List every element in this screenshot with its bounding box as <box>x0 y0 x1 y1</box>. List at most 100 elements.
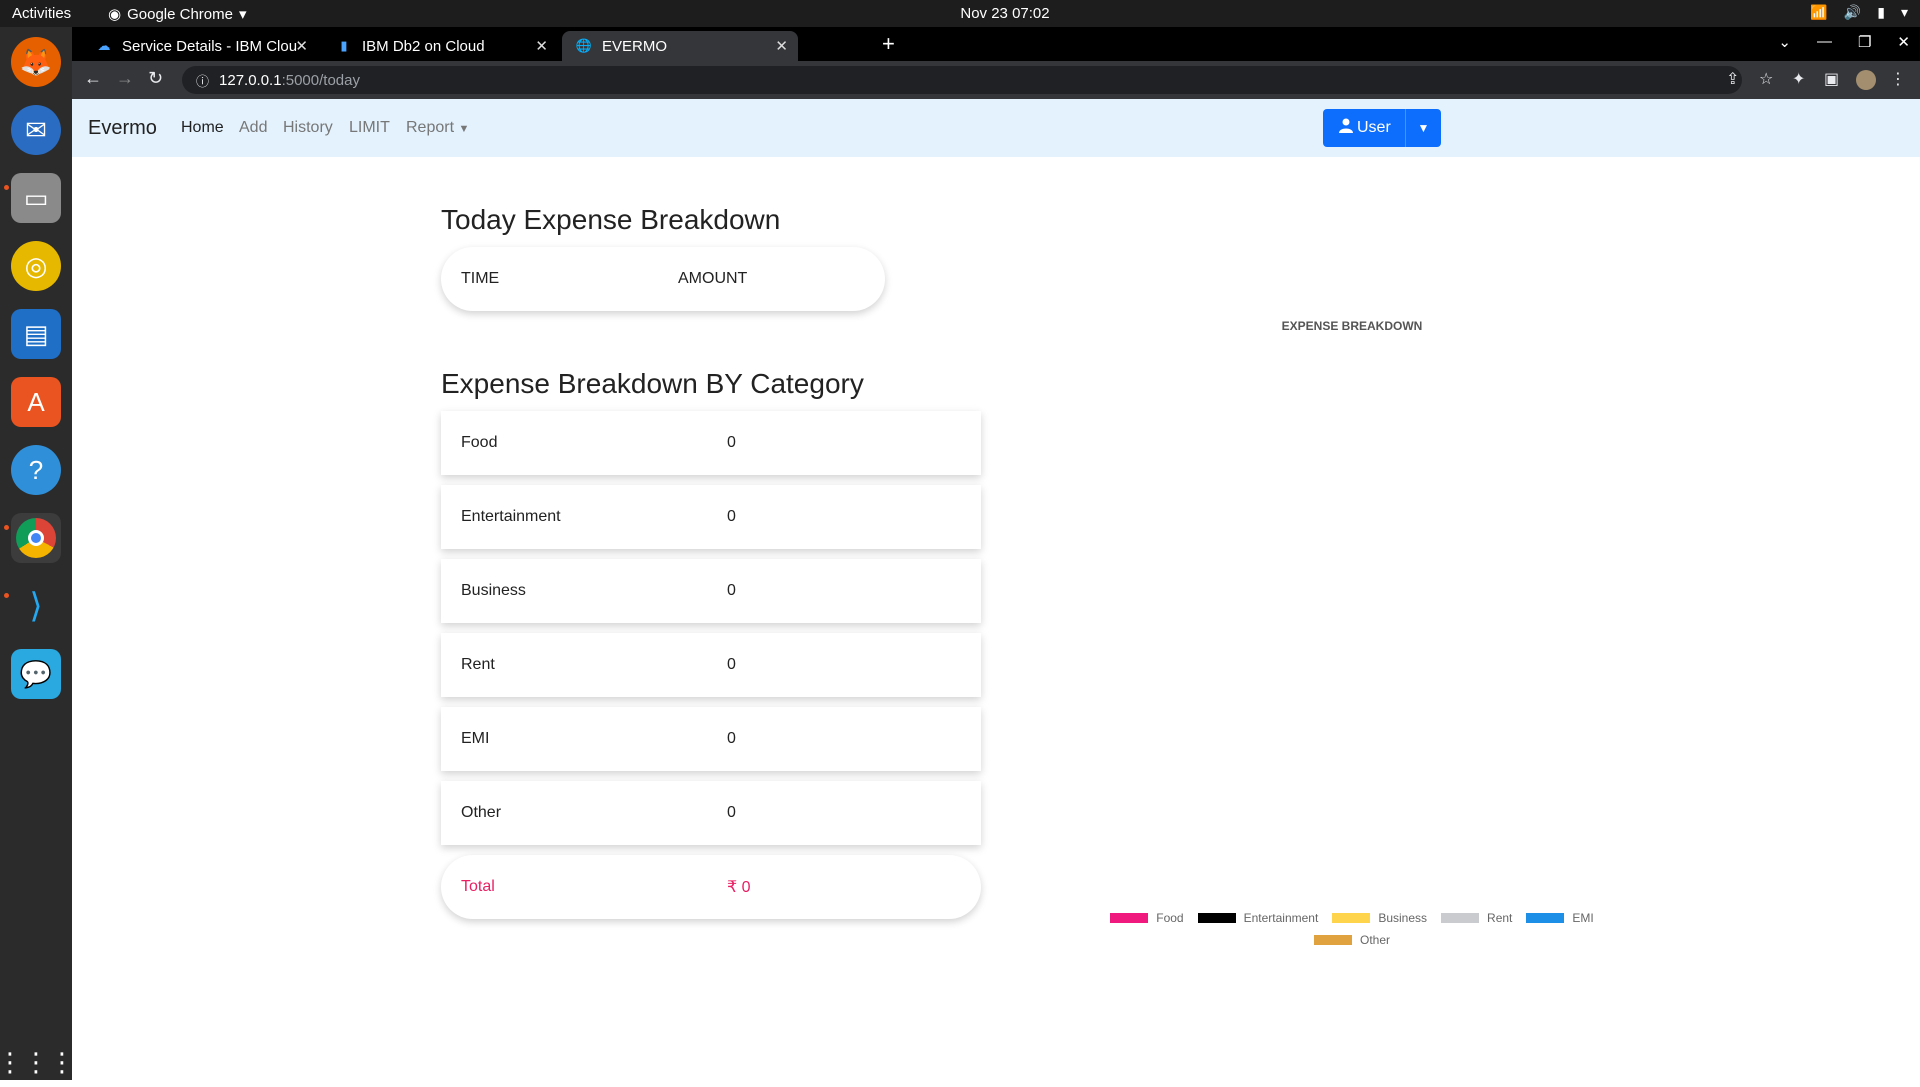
legend-item-business[interactable]: Business <box>1332 911 1427 925</box>
vscode-icon[interactable]: ⟩ <box>11 581 61 631</box>
clock[interactable]: Nov 23 07:02 <box>950 5 1060 22</box>
category-heading: Expense Breakdown BY Category <box>441 368 864 399</box>
category-label: Entertainment <box>461 508 561 525</box>
nav-add[interactable]: Add <box>239 119 267 137</box>
nav-report-label: Report <box>406 119 455 136</box>
minimize-icon[interactable]: — <box>1817 33 1832 51</box>
forward-icon[interactable]: → <box>116 68 134 89</box>
total-label: Total <box>461 878 495 895</box>
category-row-food: Food 0 <box>441 411 981 475</box>
legend-label: Rent <box>1487 911 1513 925</box>
side-panel-icon[interactable]: ▣ <box>1824 69 1839 89</box>
legend-swatch <box>1441 913 1480 923</box>
pie-canvas <box>1032 339 1672 859</box>
tab-title: EVERMO <box>602 37 668 55</box>
address-bar[interactable]: ⓘ 127.0.0.1 :5000/today <box>182 66 1742 94</box>
category-row-rent: Rent 0 <box>441 633 981 697</box>
system-tray[interactable]: 📶 🔊 ▮ ▾ <box>1810 4 1908 21</box>
legend-swatch <box>1526 913 1565 923</box>
legend-swatch <box>1110 913 1149 923</box>
help-icon[interactable]: ? <box>11 445 61 495</box>
wifi-icon: 📶 <box>1810 4 1828 20</box>
tab-evermo[interactable]: 🌐 EVERMO ✕ <box>562 31 798 61</box>
today-heading: Today Expense Breakdown <box>441 204 781 235</box>
web-page: Evermo Home Add History LIMIT Report ▼ U… <box>72 99 1920 1080</box>
legend-item-entertainment[interactable]: Entertainment <box>1197 911 1318 925</box>
close-icon[interactable]: ✕ <box>535 37 548 55</box>
user-button-group: User ▼ <box>1323 109 1441 147</box>
software-icon[interactable]: A <box>11 377 61 427</box>
system-top-bar: Activities ◉ Google Chrome ▾ Nov 23 07:0… <box>0 0 1920 27</box>
app-navbar: Evermo Home Add History LIMIT Report ▼ U… <box>72 99 1920 157</box>
volume-icon: 🔊 <box>1843 4 1862 20</box>
category-value: 0 <box>727 582 736 599</box>
category-value: 0 <box>727 508 736 525</box>
legend-item-emi[interactable]: EMI <box>1526 911 1594 925</box>
tab-search-icon[interactable]: ⌄ <box>1778 33 1791 51</box>
url-path: :5000/today <box>281 71 360 89</box>
chart-title: EXPENSE BREAKDOWN <box>1281 319 1423 333</box>
category-value: 0 <box>727 656 736 673</box>
browser-toolbar: ← → ↻ ⓘ 127.0.0.1 :5000/today ⇪ ☆ ✦ ▣ ⋮ <box>72 61 1920 99</box>
category-label: EMI <box>461 730 490 747</box>
close-icon[interactable]: ✕ <box>295 37 308 55</box>
legend-item-other[interactable]: Other <box>1313 933 1390 947</box>
category-label: Rent <box>461 656 495 673</box>
tab-service-details[interactable]: ☁ Service Details - IBM Clou ✕ <box>82 31 318 61</box>
legend-label: Business <box>1378 911 1428 925</box>
chrome-icon: ◉ <box>108 6 122 23</box>
thunderbird-icon[interactable]: ✉ <box>11 105 61 155</box>
app-name: Google Chrome <box>127 5 233 23</box>
category-label: Business <box>461 582 526 599</box>
menu-kebab-icon[interactable]: ⋮ <box>1890 69 1906 89</box>
share-icon[interactable]: ⇪ <box>1726 69 1739 89</box>
profile-avatar[interactable] <box>1856 70 1876 90</box>
rhythmbox-icon[interactable]: ◎ <box>11 241 61 291</box>
back-icon[interactable]: ← <box>84 68 102 89</box>
bookmark-star-icon[interactable]: ☆ <box>1759 69 1773 89</box>
chart-legend-overflow: Other <box>1032 933 1672 947</box>
maximize-icon[interactable]: ❐ <box>1858 33 1871 51</box>
info-icon[interactable]: ⓘ <box>196 71 209 90</box>
legend-item-rent[interactable]: Rent <box>1441 911 1512 925</box>
extensions-icon[interactable]: ✦ <box>1792 69 1805 89</box>
new-tab-button[interactable]: + <box>882 31 895 57</box>
app-menu[interactable]: ◉ Google Chrome ▾ <box>108 5 247 24</box>
category-value: 0 <box>727 434 736 451</box>
tab-title: Service Details - IBM Clou <box>122 37 298 55</box>
legend-label: Food <box>1156 911 1184 925</box>
url-host: 127.0.0.1 <box>219 71 282 89</box>
chat-icon[interactable]: 💬 <box>11 649 61 699</box>
window-controls: ⌄ — ❐ ✕ <box>1778 33 1910 51</box>
nav-report-dropdown[interactable]: Report ▼ <box>406 119 469 137</box>
category-row-entertainment: Entertainment 0 <box>441 485 981 549</box>
category-row-business: Business 0 <box>441 559 981 623</box>
category-row-other: Other 0 <box>441 781 981 845</box>
dock: 🦊 ✉ ▭ ◎ ▤ A ? ⟩ 💬 ⋮⋮⋮ <box>0 27 75 1080</box>
legend-item-food[interactable]: Food <box>1110 911 1184 925</box>
close-icon[interactable]: ✕ <box>775 37 788 55</box>
chevron-down-icon: ▾ <box>238 6 247 23</box>
nav-home[interactable]: Home <box>181 119 224 137</box>
chrome-icon[interactable] <box>11 513 61 563</box>
nav-limit[interactable]: LIMIT <box>349 119 390 137</box>
tab-db2[interactable]: ▮ IBM Db2 on Cloud ✕ <box>322 31 558 61</box>
legend-swatch <box>1197 913 1236 923</box>
tab-title: IBM Db2 on Cloud <box>362 37 485 55</box>
files-icon[interactable]: ▭ <box>11 173 61 223</box>
user-dropdown-toggle[interactable]: ▼ <box>1405 109 1441 147</box>
category-value: 0 <box>727 804 736 821</box>
globe-icon: 🌐 <box>575 38 593 53</box>
legend-swatch <box>1313 935 1352 945</box>
activities-button[interactable]: Activities <box>12 5 71 22</box>
brand-logo[interactable]: Evermo <box>88 117 157 140</box>
db2-icon: ▮ <box>340 38 348 53</box>
close-window-icon[interactable]: ✕ <box>1897 33 1910 51</box>
total-value: ₹ 0 <box>727 879 751 896</box>
firefox-icon[interactable]: 🦊 <box>11 37 61 87</box>
writer-icon[interactable]: ▤ <box>11 309 61 359</box>
category-row-emi: EMI 0 <box>441 707 981 771</box>
user-button[interactable]: User <box>1323 118 1405 138</box>
reload-icon[interactable]: ↻ <box>148 68 163 89</box>
nav-history[interactable]: History <box>283 119 333 137</box>
